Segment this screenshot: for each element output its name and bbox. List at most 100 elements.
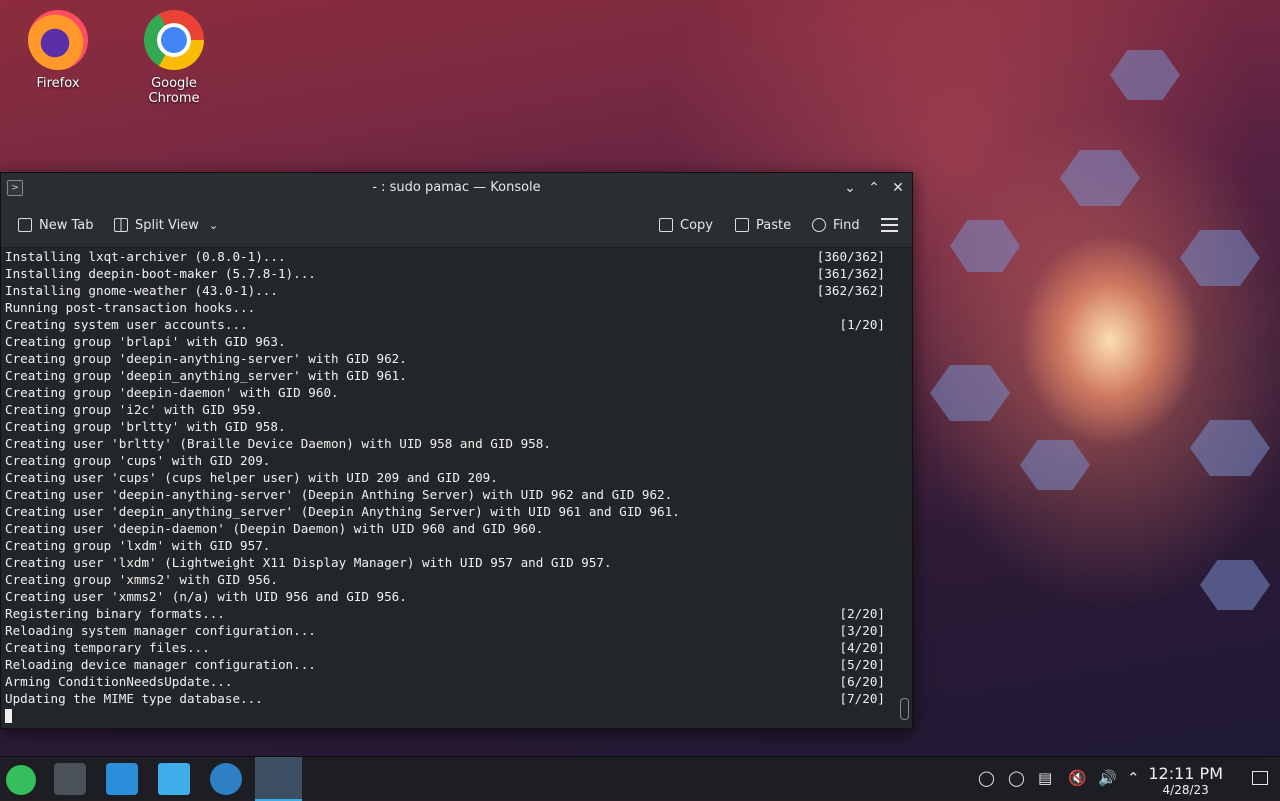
window-titlebar[interactable]: > - : sudo pamac — Konsole ⌄ ⌃ ✕ <box>1 173 912 203</box>
window-title: - : sudo pamac — Konsole <box>372 180 541 195</box>
terminal-line: Creating user 'brltty' (Braille Device D… <box>1 435 897 452</box>
discover-store-icon[interactable] <box>106 763 138 795</box>
maximize-button[interactable]: ⌃ <box>865 179 883 197</box>
terminal-line-progress: [5/20] <box>839 657 886 672</box>
terminal-line-progress: [6/20] <box>839 674 886 689</box>
terminal-line: Reloading system manager configuration..… <box>1 622 897 639</box>
terminal-line-text: Creating group 'deepin-anything-server' … <box>5 351 407 366</box>
terminal-line: Installing deepin-boot-maker (5.7.8-1)..… <box>1 265 897 282</box>
terminal-line-text: Creating group 'cups' with GID 209. <box>5 453 271 468</box>
terminal-line-text: Installing lxqt-archiver (0.8.0-1)... <box>5 249 286 264</box>
chevron-up-icon[interactable]: ⌃ <box>1127 769 1140 787</box>
terminal-output[interactable]: Installing lxqt-archiver (0.8.0-1)... [36… <box>1 248 897 726</box>
terminal-line-text: Creating system user accounts... <box>5 317 248 332</box>
terminal-line: Creating user 'cups' (cups helper user) … <box>1 469 897 486</box>
terminal-line-text: Creating group 'lxdm' with GID 957. <box>5 538 271 553</box>
desktop-icon-firefox[interactable]: Firefox <box>10 10 106 91</box>
terminal-line-progress: [7/20] <box>839 691 886 706</box>
network-icon[interactable]: ◯ <box>1008 769 1025 787</box>
terminal-line-progress: [3/20] <box>839 623 886 638</box>
wallpaper-hexagon <box>930 365 1010 421</box>
browser-globe-icon[interactable] <box>210 763 242 795</box>
terminal-line-text: Creating user 'lxdm' (Lightweight X11 Di… <box>5 555 612 570</box>
file-manager-icon[interactable] <box>158 763 190 795</box>
terminal-line: Creating system user accounts... [1/20] <box>1 316 897 333</box>
paste-label: Paste <box>756 217 792 233</box>
terminal-line-text: Reloading device manager configuration..… <box>5 657 316 672</box>
terminal-line-progress: [4/20] <box>839 640 886 655</box>
split-view-icon <box>114 218 128 232</box>
clock-time: 12:11 PM <box>1148 764 1223 783</box>
terminal-line: Creating user 'deepin_anything_server' (… <box>1 503 897 520</box>
wallpaper-hexagon <box>1020 440 1090 490</box>
terminal-line-text: Reloading system manager configuration..… <box>5 623 316 638</box>
terminal-line-text: Creating user 'deepin-anything-server' (… <box>5 487 673 502</box>
hamburger-menu-icon[interactable] <box>881 218 898 236</box>
user-icon[interactable]: ◯ <box>978 769 995 787</box>
copy-icon <box>659 218 673 232</box>
terminal-line: Creating user 'deepin-daemon' (Deepin Da… <box>1 520 897 537</box>
desktop-icon-label: Firefox <box>36 76 80 91</box>
terminal-line-text: Running post-transaction hooks... <box>5 300 256 315</box>
split-view-label: Split View <box>135 217 199 233</box>
terminal-line-progress: [2/20] <box>839 606 886 621</box>
terminal-line-text: Creating group 'brltty' with GID 958. <box>5 419 286 434</box>
terminal-line: Creating group 'xmms2' with GID 956. <box>1 571 897 588</box>
terminal-line-text: Creating user 'deepin-daemon' (Deepin Da… <box>5 521 544 536</box>
find-button[interactable]: Find <box>812 215 860 235</box>
konsole-toolbar: New Tab Split View ⌄ Copy Paste Find <box>1 203 912 248</box>
system-settings-taskbar-icon[interactable] <box>54 763 86 795</box>
terminal-line: Creating group 'i2c' with GID 959. <box>1 401 897 418</box>
terminal-line: Installing lxqt-archiver (0.8.0-1)... [36… <box>1 248 897 265</box>
chrome-icon <box>144 10 204 70</box>
terminal-line: Reloading device manager configuration..… <box>1 656 897 673</box>
new-tab-button[interactable]: New Tab <box>18 215 94 235</box>
wallpaper-hexagon <box>1200 560 1270 610</box>
terminal-line: Creating group 'brlapi' with GID 963. <box>1 333 897 350</box>
terminal-line-text: Installing deepin-boot-maker (5.7.8-1)..… <box>5 266 316 281</box>
volume-icon[interactable]: 🔊 <box>1098 769 1117 787</box>
terminal-line: Arming ConditionNeedsUpdate... [6/20] <box>1 673 897 690</box>
terminal-line-text: Registering binary formats... <box>5 606 225 621</box>
terminal-line-text: Creating user 'brltty' (Braille Device D… <box>5 436 551 451</box>
close-button[interactable]: ✕ <box>889 179 907 197</box>
wallpaper-hexagon <box>950 220 1020 272</box>
terminal-line: Creating temporary files... [4/20] <box>1 639 897 656</box>
terminal-line-text: Creating user 'deepin_anything_server' (… <box>5 504 680 519</box>
copy-label: Copy <box>680 217 713 233</box>
scrollbar-thumb[interactable] <box>900 698 909 720</box>
mute-icon[interactable]: 🔇 <box>1068 769 1087 787</box>
terminal-line-text: Creating group 'i2c' with GID 959. <box>5 402 263 417</box>
paste-button[interactable]: Paste <box>735 215 791 235</box>
terminal-line-text: Creating group 'xmms2' with GID 956. <box>5 572 278 587</box>
wallpaper-hexagon <box>1180 230 1260 286</box>
terminal-line: Creating group 'brltty' with GID 958. <box>1 418 897 435</box>
terminal-line: Creating group 'deepin_anything_server' … <box>1 367 897 384</box>
terminal-line: Creating group 'deepin-anything-server' … <box>1 350 897 367</box>
application-launcher-icon[interactable] <box>6 765 36 795</box>
desktop-icon-chrome[interactable]: Google Chrome <box>126 10 222 106</box>
terminal-cursor-line <box>1 707 897 724</box>
wallpaper-hexagon <box>1190 420 1270 476</box>
split-view-button[interactable]: Split View ⌄ <box>114 215 218 235</box>
terminal-line: Running post-transaction hooks... <box>1 299 897 316</box>
new-tab-icon <box>18 218 32 232</box>
terminal-line-text: Arming ConditionNeedsUpdate... <box>5 674 233 689</box>
clipboard-icon[interactable]: ▤ <box>1038 769 1052 787</box>
show-desktop-icon[interactable] <box>1252 771 1268 785</box>
terminal-line-text: Installing gnome-weather (43.0-1)... <box>5 283 278 298</box>
minimize-button[interactable]: ⌄ <box>841 179 859 197</box>
terminal-line: Creating user 'lxdm' (Lightweight X11 Di… <box>1 554 897 571</box>
terminal-line-progress: [362/362] <box>816 283 885 298</box>
terminal-line: Creating group 'cups' with GID 209. <box>1 452 897 469</box>
wallpaper-hexagon <box>1110 50 1180 100</box>
copy-button[interactable]: Copy <box>659 215 713 235</box>
terminal-line: Installing gnome-weather (43.0-1)... [362… <box>1 282 897 299</box>
desktop-icon-label: Google Chrome <box>148 76 200 106</box>
terminal-line-text: Creating user 'xmms2' (n/a) with UID 956… <box>5 589 407 604</box>
konsole-taskbar-icon[interactable] <box>255 757 302 801</box>
taskbar-clock[interactable]: 12:11 PM 4/28/23 <box>1148 764 1223 797</box>
terminal-line-progress: [360/362] <box>816 249 885 264</box>
terminal-line: Creating group 'deepin-daemon' with GID … <box>1 384 897 401</box>
terminal-scrollbar[interactable] <box>900 250 909 724</box>
